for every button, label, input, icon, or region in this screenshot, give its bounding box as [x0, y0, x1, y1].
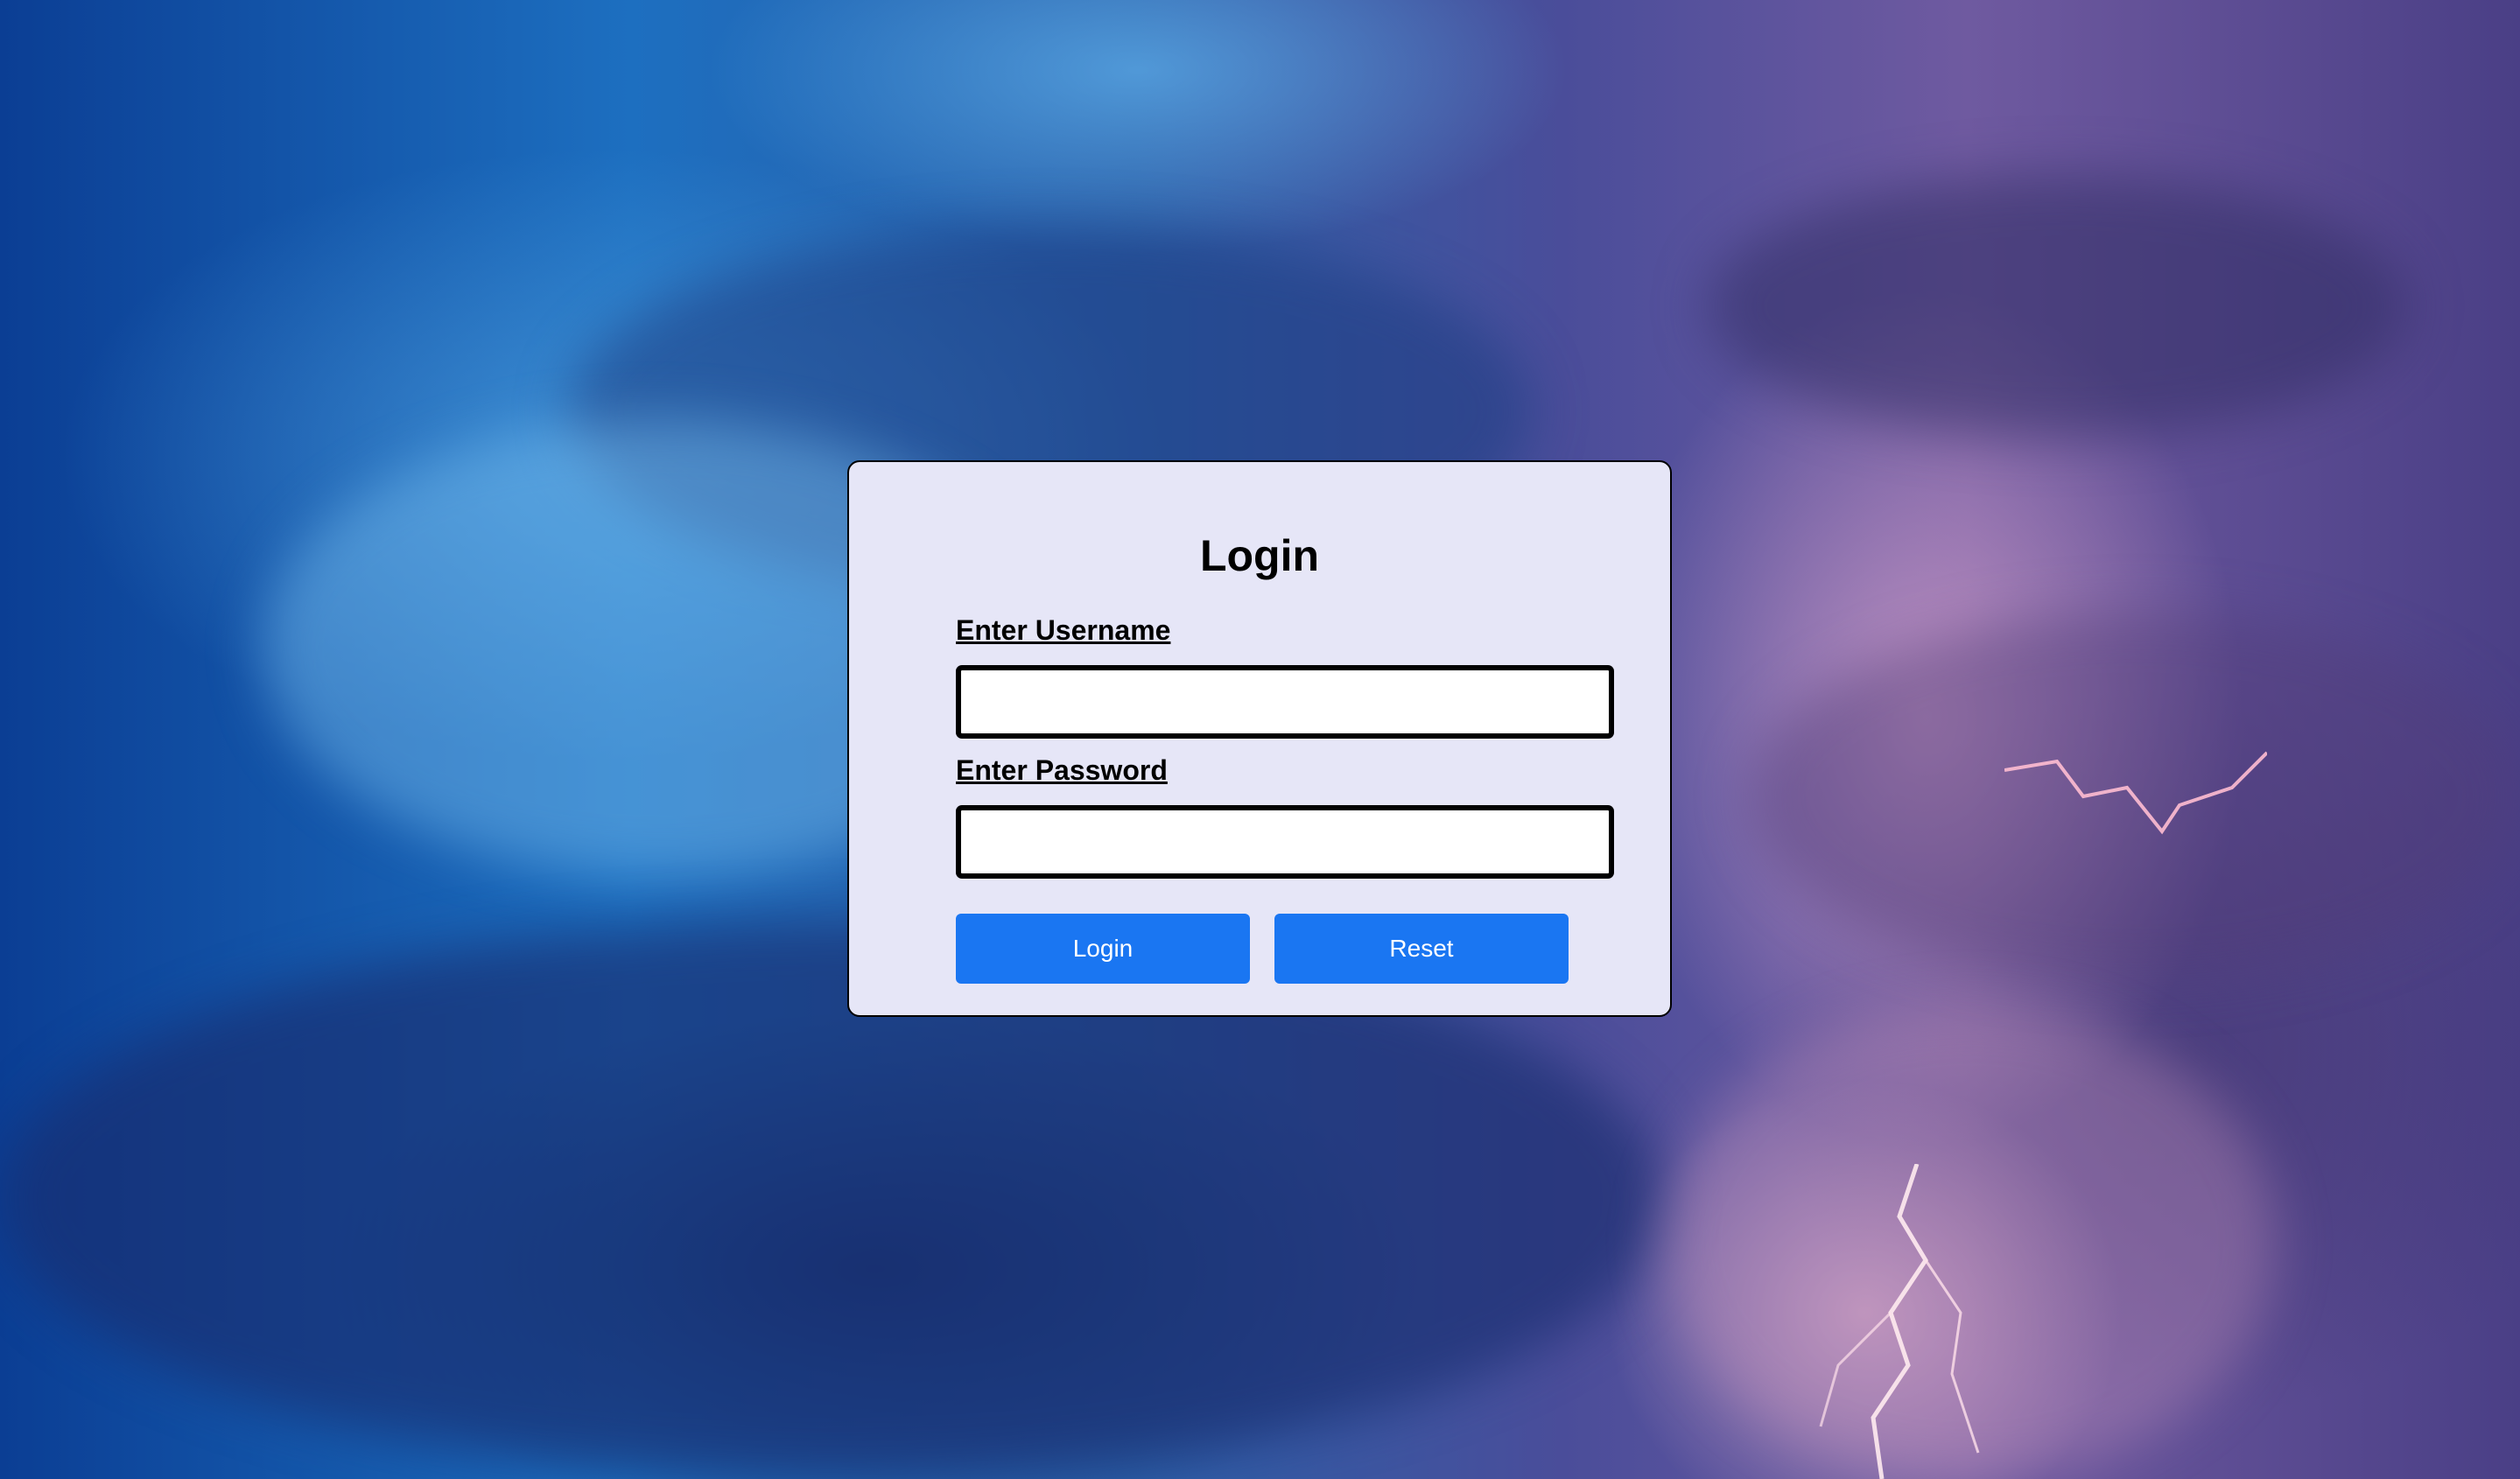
username-input[interactable] [956, 665, 1614, 739]
password-input[interactable] [956, 805, 1614, 879]
login-title: Login [1199, 531, 1320, 580]
login-card: Login Enter Username Enter Password Logi… [847, 460, 1672, 1017]
lightning-bolt-icon [1819, 1164, 1980, 1479]
password-label: Enter Password [956, 754, 1168, 786]
username-label: Enter Username [956, 614, 1171, 646]
reset-button[interactable]: Reset [1274, 914, 1569, 984]
login-button[interactable]: Login [956, 914, 1250, 984]
lightning-bolt-icon [2004, 751, 2267, 835]
cloud-shape [1707, 175, 2407, 438]
